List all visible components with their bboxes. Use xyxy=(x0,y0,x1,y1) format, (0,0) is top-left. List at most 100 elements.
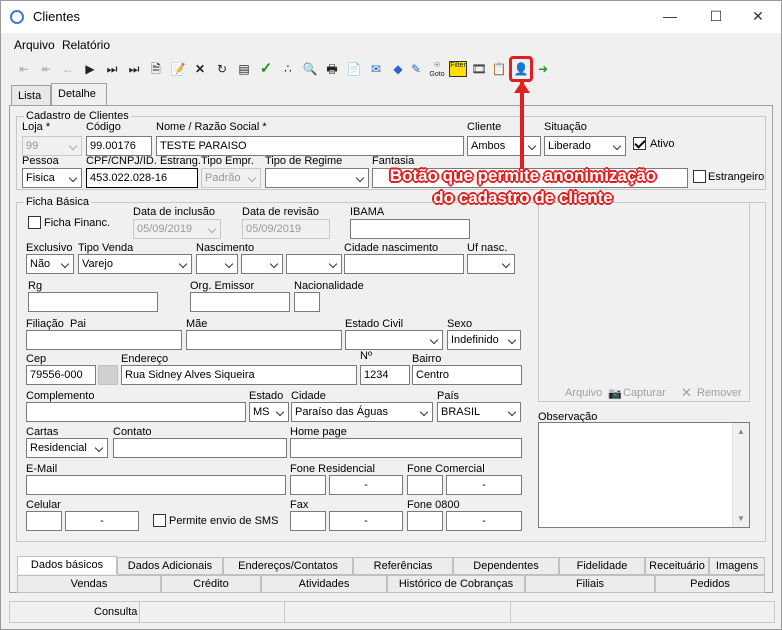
photo-arquivo-button[interactable]: Arquivo xyxy=(565,387,602,399)
tab-enderecos-contatos[interactable]: Endereços/Contatos xyxy=(223,557,353,575)
prior-record-icon[interactable]: ← xyxy=(60,61,76,77)
mae-input[interactable] xyxy=(186,330,342,350)
observacao-textarea[interactable]: ▲ ▼ xyxy=(538,422,750,528)
org-emissor-input[interactable] xyxy=(190,292,290,312)
film-icon[interactable]: 🎞 xyxy=(471,61,487,77)
confirm-icon[interactable]: ✓ xyxy=(258,61,274,77)
numero-input[interactable]: 1234 xyxy=(360,365,410,385)
home-page-input[interactable] xyxy=(290,438,522,458)
print-icon[interactable]: 🖶 xyxy=(324,61,340,77)
delete-icon[interactable]: ✕ xyxy=(192,61,208,77)
tab-fidelidade[interactable]: Fidelidade xyxy=(559,557,645,575)
photo-capturar-button[interactable]: Capturar xyxy=(623,387,666,399)
tipo-empr-select[interactable]: Padrão xyxy=(201,168,261,188)
exclusivo-select[interactable]: Não xyxy=(26,254,74,274)
rg-input[interactable] xyxy=(28,292,158,312)
loja-select[interactable]: 99 xyxy=(22,136,82,156)
print-preview-icon[interactable]: 🔍 xyxy=(302,61,318,77)
sms-checkbox[interactable] xyxy=(153,514,166,527)
tab-referencias[interactable]: Referências xyxy=(353,557,453,575)
tab-detalhe[interactable]: Detalhe xyxy=(51,83,107,105)
tipo-venda-select[interactable]: Varejo xyxy=(78,254,192,274)
celular-ddd-input[interactable] xyxy=(26,511,62,531)
complemento-input[interactable] xyxy=(26,402,246,422)
pai-input[interactable] xyxy=(26,330,182,350)
tab-dados-adicionais[interactable]: Dados Adicionais xyxy=(117,557,223,575)
cep-input[interactable]: 79556-000 xyxy=(26,365,96,385)
email-input[interactable] xyxy=(26,475,286,495)
estado-select[interactable]: MS xyxy=(249,402,289,422)
estado-civil-select[interactable] xyxy=(345,330,443,350)
exit-icon[interactable]: ➜ xyxy=(535,61,551,77)
bairro-input[interactable]: Centro xyxy=(412,365,522,385)
maximize-button[interactable]: ☐ xyxy=(693,1,739,31)
minimize-button[interactable]: — xyxy=(647,1,693,31)
cidade-nasc-input[interactable] xyxy=(344,254,464,274)
estrangeiro-checkbox[interactable] xyxy=(693,170,706,183)
sparkle-icon[interactable]: ∴ xyxy=(280,61,296,77)
uf-nasc-select[interactable] xyxy=(467,254,515,274)
properties-icon[interactable]: ▤ xyxy=(236,61,252,77)
sexo-select[interactable]: Indefinido xyxy=(447,330,521,350)
fone0800-ddd-input[interactable] xyxy=(407,511,443,531)
new-document-icon[interactable]: 🗎 xyxy=(148,61,164,77)
contato-input[interactable] xyxy=(113,438,287,458)
nascimento-ano-select[interactable] xyxy=(286,254,342,274)
message-icon[interactable]: ✉ xyxy=(368,61,384,77)
filter-icon[interactable]: Filter xyxy=(449,61,467,77)
photo-area[interactable] xyxy=(538,202,750,402)
celular-input[interactable]: - xyxy=(65,511,139,531)
tag-icon[interactable]: ◆ xyxy=(390,61,406,77)
ibama-input[interactable] xyxy=(350,219,470,239)
tab-imagens[interactable]: Imagens xyxy=(709,557,765,575)
data-revisao-input[interactable]: 05/09/2019 xyxy=(242,219,330,239)
tab-dados-basicos[interactable]: Dados básicos xyxy=(17,556,117,574)
data-inclusao-input[interactable]: 05/09/2019 xyxy=(133,219,221,239)
pessoa-select[interactable]: Fisica xyxy=(22,168,82,188)
cpf-input[interactable]: 453.022.028-16 xyxy=(86,168,198,188)
pais-select[interactable]: BRASIL xyxy=(437,402,521,422)
close-button[interactable]: ✕ xyxy=(735,1,781,31)
export-icon[interactable]: 📋 xyxy=(491,61,507,77)
tab-receituario[interactable]: Receituário xyxy=(645,557,709,575)
prior-page-icon[interactable]: ↞ xyxy=(38,61,54,77)
tab-filiais[interactable]: Filiais xyxy=(525,575,655,593)
tipo-regime-select[interactable] xyxy=(265,168,369,188)
nascimento-mes-select[interactable] xyxy=(241,254,283,274)
endereco-input[interactable]: Rua Sidney Alves Siqueira xyxy=(121,365,357,385)
situacao-select[interactable]: Liberado xyxy=(544,136,626,156)
fone-res-ddd-input[interactable] xyxy=(290,475,326,495)
first-record-icon[interactable]: ⇤ xyxy=(16,61,32,77)
tab-lista[interactable]: Lista xyxy=(11,85,51,105)
menu-arquivo[interactable]: Arquivo xyxy=(14,38,55,52)
ficha-financ-checkbox[interactable] xyxy=(28,216,41,229)
fone-com-input[interactable]: - xyxy=(446,475,522,495)
tab-atividades[interactable]: Atividades xyxy=(261,575,387,593)
edit-document-icon[interactable]: 📝 xyxy=(170,61,186,77)
pencil-icon[interactable]: ✎ xyxy=(408,61,424,77)
tab-vendas[interactable]: Vendas xyxy=(17,575,161,593)
goto-icon[interactable]: ☉ Goto xyxy=(428,61,446,78)
fax-ddd-input[interactable] xyxy=(290,511,326,531)
cartas-select[interactable]: Residencial xyxy=(26,438,108,458)
ativo-checkbox[interactable] xyxy=(633,137,646,150)
menu-relatorio[interactable]: Relatório xyxy=(62,38,110,52)
nacionalidade-input[interactable] xyxy=(294,292,320,312)
codigo-input[interactable]: 99.00176 xyxy=(86,136,152,156)
tab-historico-cobrancas[interactable]: Histórico de Cobranças xyxy=(387,575,525,593)
cep-search-button[interactable] xyxy=(98,365,118,385)
report-icon[interactable]: 📄 xyxy=(346,61,362,77)
nome-input[interactable]: TESTE PARAISO xyxy=(156,136,464,156)
next-page-icon[interactable]: ⏭ xyxy=(104,61,120,77)
observacao-scrollbar[interactable]: ▲ ▼ xyxy=(732,423,749,527)
last-record-icon[interactable]: ⏭ xyxy=(126,61,142,77)
scroll-up-icon[interactable]: ▲ xyxy=(737,427,745,436)
cidade-select[interactable]: Paraíso das Águas xyxy=(291,402,433,422)
refresh-icon[interactable]: ↻ xyxy=(214,61,230,77)
tab-pedidos[interactable]: Pedidos xyxy=(655,575,765,593)
fone-com-ddd-input[interactable] xyxy=(407,475,443,495)
fone0800-input[interactable]: - xyxy=(446,511,522,531)
fax-input[interactable]: - xyxy=(329,511,403,531)
nascimento-dia-select[interactable] xyxy=(196,254,238,274)
tab-dependentes[interactable]: Dependentes xyxy=(453,557,559,575)
